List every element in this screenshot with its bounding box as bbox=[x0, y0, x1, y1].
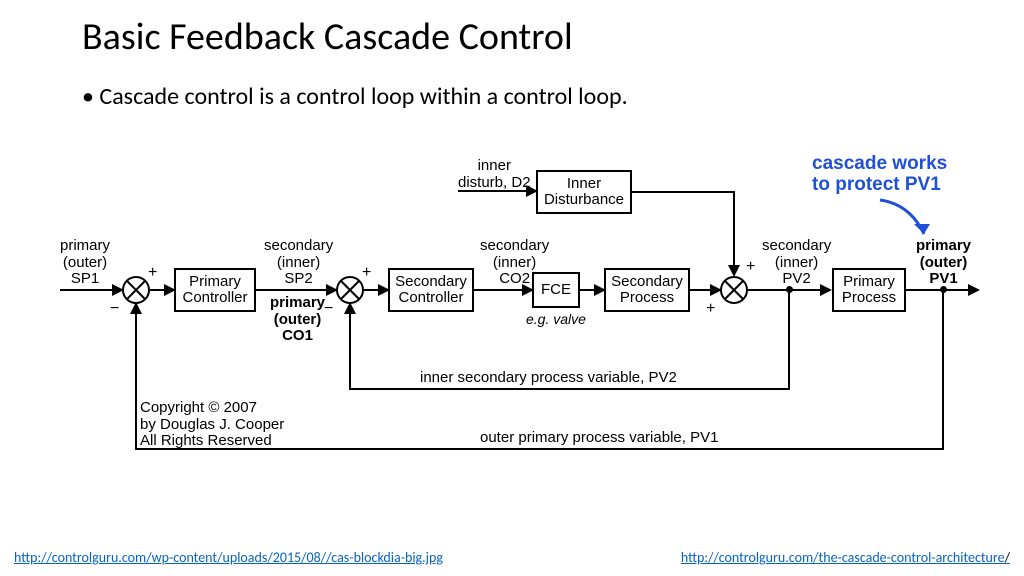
wire bbox=[942, 290, 944, 450]
arrow-up bbox=[344, 302, 356, 314]
summing-junction-1 bbox=[122, 276, 150, 304]
plus-sign: + bbox=[706, 300, 715, 318]
label-outer-feedback: outer primary process variable, PV1 bbox=[480, 430, 718, 447]
plus-sign: + bbox=[148, 264, 157, 282]
label-co1: primary (outer) CO1 bbox=[270, 295, 325, 345]
block-primary-process: Primary Process bbox=[832, 268, 906, 312]
label-sp1: primary (outer) SP1 bbox=[60, 238, 110, 288]
label-inner-disturb: inner disturb, D2 bbox=[458, 158, 531, 191]
copyright-text: Copyright © 2007 by Douglas J. Cooper Al… bbox=[140, 400, 284, 450]
label-pv1: primary (outer) PV1 bbox=[916, 238, 971, 288]
label-inner-feedback: inner secondary process variable, PV2 bbox=[420, 370, 677, 387]
link-text: http://controlguru.com/the-cascade-contr… bbox=[681, 549, 1005, 566]
slide-title: Basic Feedback Cascade Control bbox=[82, 14, 573, 60]
label-sp2: secondary (inner) SP2 bbox=[264, 238, 333, 288]
wire bbox=[349, 305, 351, 390]
wire bbox=[733, 191, 735, 275]
wire bbox=[60, 289, 120, 291]
source-link-article[interactable]: http://controlguru.com/the-cascade-contr… bbox=[681, 549, 1010, 566]
label-pv2: secondary (inner) PV2 bbox=[762, 238, 831, 288]
minus-sign: − bbox=[324, 300, 333, 318]
plus-sign: + bbox=[362, 264, 371, 282]
summing-junction-2 bbox=[336, 276, 364, 304]
arrow-right bbox=[968, 284, 980, 296]
wire bbox=[458, 190, 534, 192]
block-inner-disturbance: Inner Disturbance bbox=[536, 170, 632, 214]
label-eg-valve: e.g. valve bbox=[526, 312, 586, 327]
summing-junction-3 bbox=[720, 276, 748, 304]
arrow-up bbox=[130, 302, 142, 314]
block-primary-controller: Primary Controller bbox=[174, 268, 256, 312]
bullet-text: Cascade control is a control loop within… bbox=[82, 82, 628, 111]
plus-sign: + bbox=[746, 258, 755, 276]
diagram: primary (outer) SP1 + − Primary Controll… bbox=[60, 150, 980, 510]
arrow-down bbox=[728, 265, 740, 277]
minus-sign: − bbox=[110, 300, 119, 318]
block-secondary-controller: Secondary Controller bbox=[388, 268, 474, 312]
trailing-slash: / bbox=[1005, 549, 1010, 566]
curved-arrow-icon bbox=[870, 194, 940, 244]
wire bbox=[256, 289, 334, 291]
wire bbox=[135, 305, 137, 450]
wire bbox=[349, 388, 790, 390]
block-fce: FCE bbox=[532, 272, 580, 308]
source-link-image[interactable]: http://controlguru.com/wp-content/upload… bbox=[14, 549, 443, 566]
arrow-right bbox=[820, 284, 832, 296]
wire bbox=[632, 191, 733, 193]
block-secondary-process: Secondary Process bbox=[604, 268, 690, 312]
wire bbox=[788, 290, 790, 390]
cascade-note: cascade works to protect PV1 bbox=[812, 154, 947, 196]
